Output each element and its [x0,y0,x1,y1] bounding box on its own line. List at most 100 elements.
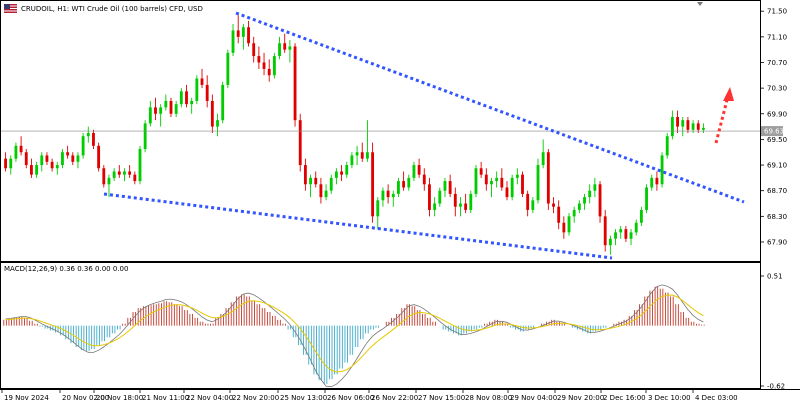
candle-body [267,68,271,76]
candle-body [50,161,54,169]
candle-body [66,152,70,156]
candle-body [577,203,581,210]
candle-body [701,127,705,130]
candle-body [428,184,431,210]
candle-body [319,184,323,198]
current-price-tag: 69.63 [761,126,784,137]
time-tick-label: 28 Nov 08:00 [465,394,512,402]
candle-body [314,177,318,185]
candle-body [4,158,8,169]
candle-body [324,190,328,198]
candle-body [397,181,400,194]
candle-body [366,152,369,159]
candle-body [35,165,39,175]
candle-body [154,107,157,114]
candle-body [572,209,576,217]
candle-body [117,171,121,175]
candle-body [231,30,235,53]
macd-title: MACD(12,26,9) 0.36 0.36 0.00 0.00 [4,265,128,273]
candle-body [272,56,276,76]
candle-body [143,123,147,150]
candle-body [505,187,509,198]
candle-body [164,100,168,108]
candle-body [210,100,214,127]
candle-body [329,177,333,191]
candle-body [76,155,80,162]
candle-body [159,107,163,114]
price-tick-label: 70.30 [767,85,787,93]
time-tick-label: 29 Nov 04:00 [510,394,557,402]
macd-tick-label: 0.51 [767,273,783,281]
time-tick-label: 26 Nov 22:00 [371,394,418,402]
price-tick-label: 71.10 [767,33,787,41]
candle-body [624,229,628,239]
candle-body [490,181,493,185]
candle-body [241,27,245,37]
time-tick-label: 4 Dec 03:00 [695,394,738,402]
candle-body [309,177,312,185]
price-tick-label: 68.30 [767,213,787,221]
candle-body [226,52,230,85]
candle-body [593,184,597,191]
price-tick-label: 68.70 [767,187,787,195]
candle-body [221,84,225,121]
candle-body [148,107,152,124]
candle-body [391,193,395,198]
candle-body [552,203,555,207]
candle-body [402,181,406,188]
time-tick-label: 27 Nov 15:00 [418,394,465,402]
candle-body [190,100,194,105]
candle-body [102,168,106,185]
candle-body [495,177,499,182]
candle-body [40,155,44,166]
candle-body [303,165,307,185]
candle-body [536,165,540,201]
candle-body [521,174,524,194]
candle-body [479,168,483,175]
candle-body [412,165,416,178]
candle-body [515,174,519,178]
time-tick-label: 3 Dec 10:00 [648,394,691,402]
candle-body [562,222,566,233]
candle-body [696,123,700,130]
time-tick-label: 22 Nov 04:00 [186,394,233,402]
candle-body [283,43,287,50]
candle-body [360,152,364,159]
candle-body [546,152,550,204]
candle-body [293,46,297,121]
candle-body [278,43,281,57]
time-tick-label: 20 Nov 18:00 [96,394,143,402]
candle-body [9,158,13,169]
candle-body [583,197,586,204]
candle-body [386,190,390,198]
candle-body [438,190,442,204]
candle-body [650,177,654,188]
candle-body [247,27,250,44]
svg-text:69.63: 69.63 [764,128,784,136]
candle-body [97,145,101,169]
macd-tick-label: -0.62 [767,383,785,391]
candle-body [634,222,638,233]
price-tick-label: 67.90 [767,238,787,246]
price-tick-label: 71.50 [767,8,787,16]
candle-body [603,216,607,246]
candle-body [510,177,514,198]
candle-body [179,91,183,105]
price-tick-label: 69.10 [767,162,787,170]
candle-body [443,181,447,191]
candle-body [376,200,380,217]
candle-body [14,145,18,159]
candle-body [670,116,674,137]
candle-body [531,200,535,210]
time-tick-label: 26 Nov 06:00 [327,394,374,402]
candle-body [345,165,349,175]
chart-canvas[interactable]: CRUDOIL, H1: WTI Crude Oil (100 barrels)… [0,0,800,408]
candle-body [30,165,33,175]
candle-body [417,165,421,175]
candle-body [205,84,209,101]
candle-body [459,203,462,207]
candle-body [655,177,659,185]
candle-body [464,203,468,210]
candle-body [608,238,612,246]
candle-body [422,174,426,185]
